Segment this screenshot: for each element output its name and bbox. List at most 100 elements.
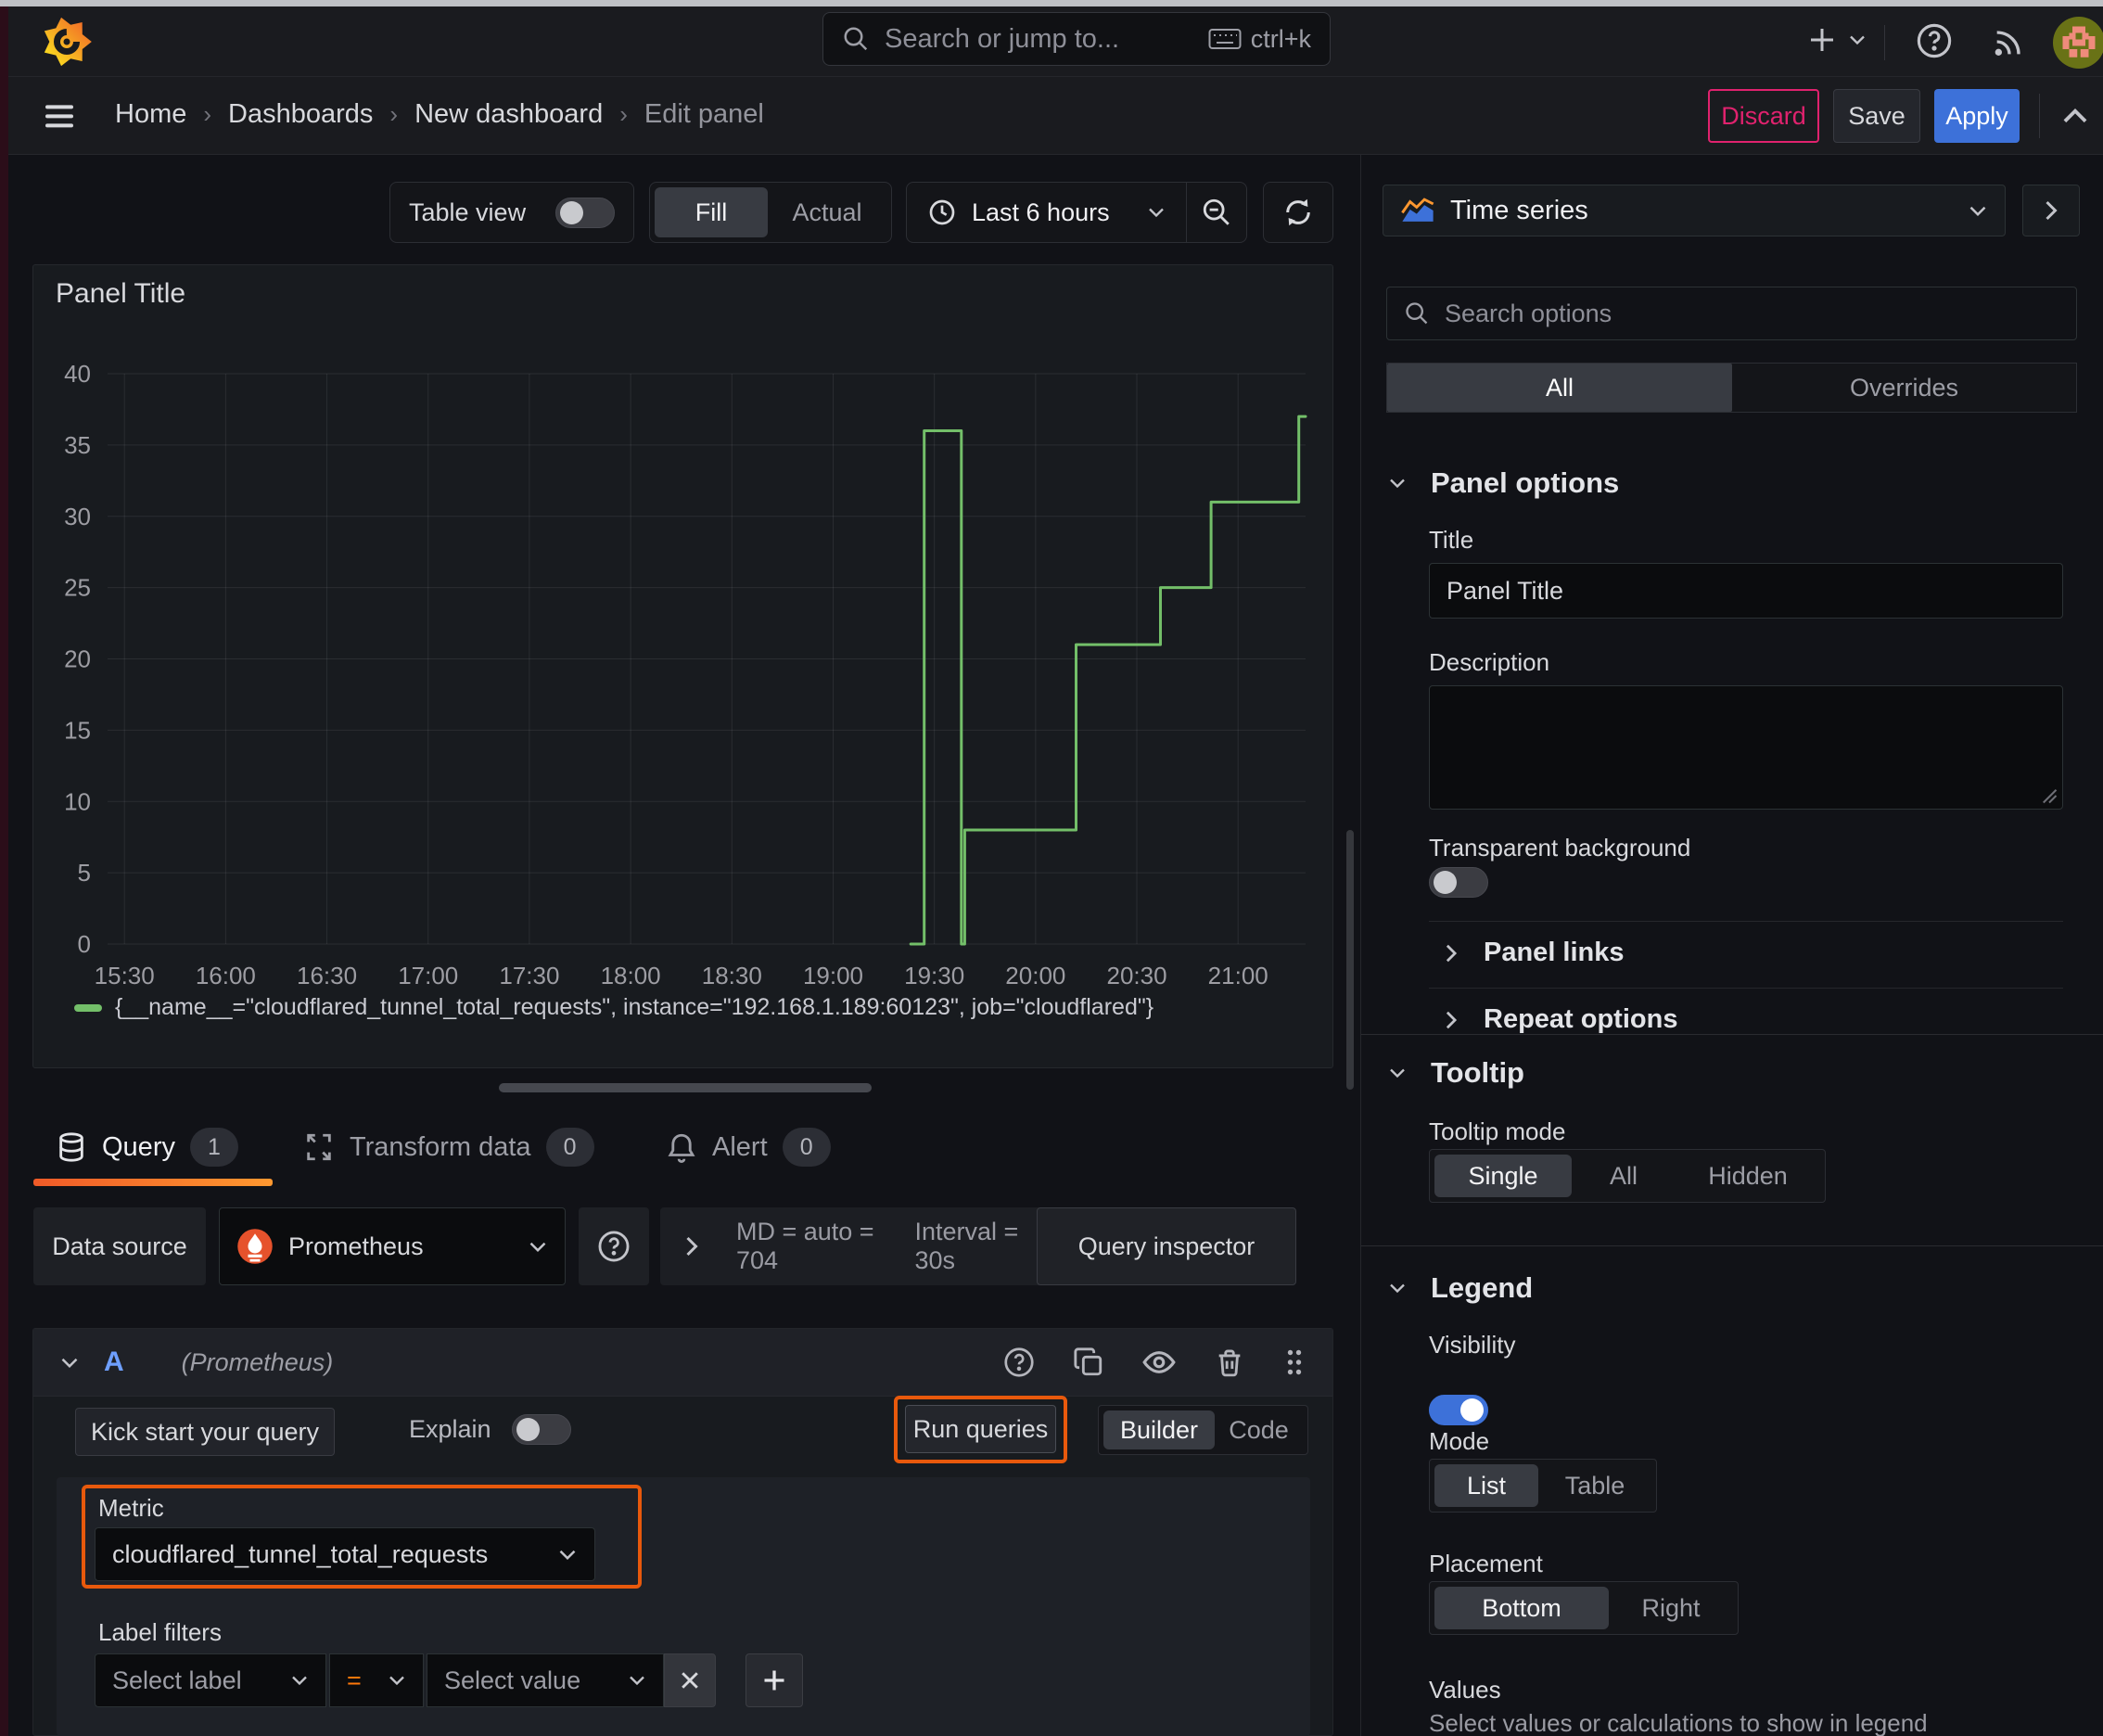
chevron-right-icon[interactable] bbox=[684, 1235, 699, 1257]
explain-label: Explain bbox=[409, 1415, 491, 1443]
tab-transform-data[interactable]: Transform data 0 bbox=[303, 1128, 594, 1167]
resize-grip-icon[interactable] bbox=[2040, 786, 2058, 805]
divider bbox=[1429, 988, 2063, 989]
breadcrumb-home[interactable]: Home bbox=[115, 99, 186, 130]
svg-text:16:00: 16:00 bbox=[196, 962, 256, 989]
options-search[interactable]: Search options bbox=[1386, 287, 2077, 340]
time-range-picker[interactable]: Last 6 hours bbox=[907, 198, 1186, 227]
label-filters-label: Label filters bbox=[98, 1618, 222, 1646]
legend-mode-segmented: List Table bbox=[1429, 1459, 1657, 1513]
legend-mode-list[interactable]: List bbox=[1434, 1464, 1538, 1507]
left-pane-scrollbar[interactable] bbox=[1346, 830, 1354, 1090]
actual-option[interactable]: Actual bbox=[768, 187, 886, 237]
chevron-down-icon bbox=[388, 1674, 406, 1687]
legend-section-header[interactable]: Legend bbox=[1388, 1271, 1533, 1305]
section-divider bbox=[1361, 1245, 2103, 1246]
svg-text:15: 15 bbox=[64, 716, 91, 744]
global-search-input[interactable]: Search or jump to... ctrl+k bbox=[822, 12, 1331, 66]
query-row-header[interactable]: A (Prometheus) bbox=[33, 1329, 1332, 1397]
code-option[interactable]: Code bbox=[1215, 1410, 1303, 1449]
svg-text:16:30: 16:30 bbox=[297, 962, 357, 989]
expand-viz-list-button[interactable] bbox=[2022, 185, 2080, 236]
tooltip-mode-hidden[interactable]: Hidden bbox=[1676, 1155, 1820, 1197]
new-menu-button[interactable] bbox=[1805, 23, 1867, 57]
legend-placement-bottom[interactable]: Bottom bbox=[1434, 1587, 1609, 1629]
drag-handle-icon[interactable] bbox=[1282, 1346, 1306, 1379]
tooltip-section-header[interactable]: Tooltip bbox=[1388, 1056, 1524, 1090]
news-icon[interactable] bbox=[1991, 23, 2028, 60]
breadcrumb-new-dashboard[interactable]: New dashboard bbox=[414, 99, 603, 130]
explain-toggle[interactable] bbox=[511, 1414, 571, 1445]
grafana-logo-icon[interactable] bbox=[41, 16, 93, 68]
topnav-divider bbox=[1884, 25, 1885, 60]
builder-option[interactable]: Builder bbox=[1103, 1410, 1215, 1449]
tab-overrides[interactable]: Overrides bbox=[1732, 364, 2076, 412]
datasource-help-button[interactable] bbox=[579, 1207, 649, 1285]
query-inspector-button[interactable]: Query inspector bbox=[1037, 1207, 1296, 1285]
query-help-icon[interactable] bbox=[1002, 1346, 1036, 1379]
max-data-points-stat: MD = auto = 704 bbox=[736, 1218, 874, 1274]
tooltip-mode-label: Tooltip mode bbox=[1429, 1117, 1566, 1145]
time-series-chart[interactable]: 0 5 10 15 20 25 30 35 40 15:30 16:00 16:30 17:00 17:3… bbox=[33, 265, 1332, 1067]
label-filter-label-select[interactable]: Select label bbox=[95, 1653, 326, 1707]
legend-placement-right[interactable]: Right bbox=[1609, 1587, 1733, 1629]
metric-select[interactable]: cloudflared_tunnel_total_requests bbox=[95, 1527, 595, 1581]
section-divider bbox=[1361, 1034, 2103, 1035]
chart-panel[interactable]: Panel Title 0 5 10 15 20 25 30 35 40 15:30 16:00 16… bbox=[32, 264, 1333, 1068]
tab-query[interactable]: Query 1 bbox=[56, 1128, 238, 1167]
kick-start-query-button[interactable]: Kick start your query bbox=[75, 1408, 335, 1456]
chevron-down-icon bbox=[1968, 204, 1988, 218]
svg-text:15:30: 15:30 bbox=[95, 962, 155, 989]
run-queries-button[interactable]: Run queries bbox=[905, 1405, 1056, 1453]
save-button[interactable]: Save bbox=[1833, 89, 1920, 143]
tab-all[interactable]: All bbox=[1387, 364, 1732, 412]
label-filter-value-select[interactable]: Select value bbox=[427, 1653, 664, 1707]
data-source-picker[interactable]: Prometheus bbox=[219, 1207, 566, 1285]
fill-actual-segmented: Fill Actual bbox=[649, 182, 892, 243]
data-source-name: Prometheus bbox=[288, 1232, 424, 1260]
panel-title-input[interactable] bbox=[1429, 563, 2063, 619]
apply-button[interactable]: Apply bbox=[1934, 89, 2020, 143]
svg-text:21:00: 21:00 bbox=[1208, 962, 1268, 989]
add-filter-button[interactable] bbox=[746, 1653, 803, 1707]
collapse-pane-button[interactable] bbox=[2058, 99, 2093, 134]
panel-links-header[interactable]: Panel links bbox=[1445, 938, 1625, 968]
legend-mode-table[interactable]: Table bbox=[1538, 1464, 1651, 1507]
remove-filter-button[interactable] bbox=[664, 1653, 716, 1707]
repeat-options-header[interactable]: Repeat options bbox=[1445, 1004, 1677, 1035]
title-label: Title bbox=[1429, 526, 1474, 554]
breadcrumb-dashboards[interactable]: Dashboards bbox=[228, 99, 373, 130]
pane-resize-handle[interactable] bbox=[499, 1083, 872, 1092]
chevron-down-icon[interactable] bbox=[59, 1356, 80, 1370]
panel-options-pane: Time series Search options All Overrides bbox=[1360, 155, 2103, 1736]
table-view-toggle[interactable] bbox=[555, 197, 615, 228]
transparent-background-toggle[interactable] bbox=[1429, 867, 1488, 898]
avatar[interactable] bbox=[2053, 17, 2103, 69]
series-label: {__name__="cloudflared_tunnel_total_requ… bbox=[115, 994, 1154, 1020]
visualization-picker[interactable]: Time series bbox=[1383, 185, 2006, 236]
series-color-icon bbox=[74, 1003, 102, 1012]
panel-options-header[interactable]: Panel options bbox=[1388, 466, 1619, 500]
breadcrumb-edit-panel: Edit panel bbox=[644, 99, 764, 129]
eye-icon[interactable] bbox=[1141, 1345, 1177, 1380]
svg-text:20:00: 20:00 bbox=[1005, 962, 1065, 989]
description-label: Description bbox=[1429, 648, 1550, 676]
tooltip-mode-single[interactable]: Single bbox=[1434, 1155, 1572, 1197]
menu-icon[interactable] bbox=[41, 97, 78, 134]
prometheus-icon bbox=[236, 1228, 274, 1265]
chart-legend[interactable]: {__name__="cloudflared_tunnel_total_requ… bbox=[74, 994, 1153, 1021]
discard-button[interactable]: Discard bbox=[1708, 89, 1819, 143]
interval-stat: Interval = 30s bbox=[914, 1218, 1019, 1274]
fill-option[interactable]: Fill bbox=[655, 187, 768, 237]
tab-alert[interactable]: Alert 0 bbox=[666, 1128, 831, 1167]
zoom-out-icon[interactable] bbox=[1187, 183, 1246, 242]
legend-visibility-toggle[interactable] bbox=[1429, 1395, 1488, 1425]
help-icon[interactable] bbox=[1915, 21, 1954, 60]
description-textarea[interactable] bbox=[1429, 685, 2063, 810]
trash-icon[interactable] bbox=[1214, 1347, 1245, 1378]
tooltip-mode-all[interactable]: All bbox=[1572, 1155, 1676, 1197]
search-shortcut: ctrl+k bbox=[1208, 25, 1311, 54]
duplicate-icon[interactable] bbox=[1073, 1347, 1104, 1378]
refresh-button[interactable] bbox=[1263, 182, 1333, 243]
label-filter-operator-select[interactable]: = bbox=[329, 1653, 424, 1707]
